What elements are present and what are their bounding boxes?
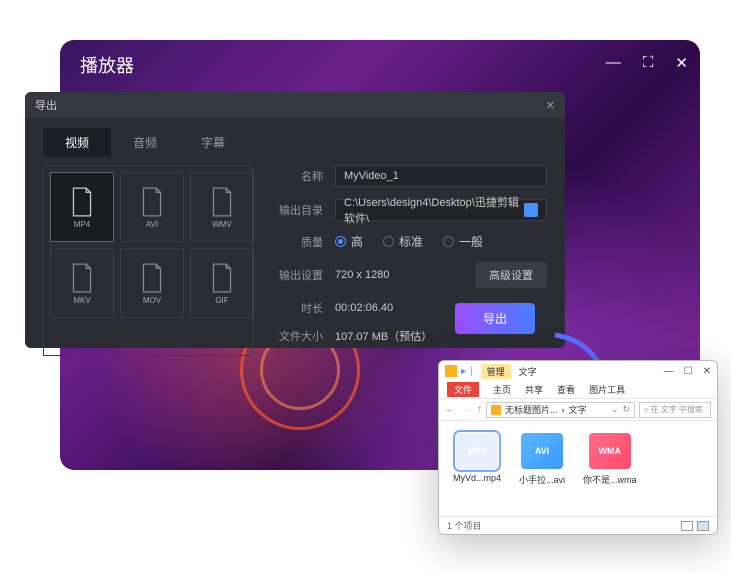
item-count: 1 个项目 [447,519,482,532]
size-value: 107.07 MB（预估） [335,328,432,344]
search-icon: ⌕ [644,405,648,415]
tab-video[interactable]: 视频 [43,128,111,157]
advanced-button[interactable]: 高级设置 [475,262,547,288]
duration-value: 00:02:06.40 [335,302,393,314]
explorer-icon [445,365,457,377]
file-item[interactable]: WMA 你不是...wma [583,433,637,486]
close-button[interactable]: ✕ [675,54,688,72]
quality-label: 质量 [273,234,323,250]
close-icon[interactable]: ✕ [546,99,555,112]
maximize-button[interactable]: ☐ [684,366,693,377]
file-list: MP4 MyVd...mp4 AVI 小手拉...avi WMA 你不是...w… [439,421,717,498]
file-explorer: ▸ | 管理 文字 — ☐ ✕ 文件 主页 共享 查看 图片工具 ← → ↑ 无… [438,360,718,535]
folder-icon [491,405,501,415]
explorer-menu: 文件 主页 共享 查看 图片工具 [439,381,717,399]
status-bar: 1 个项目 [439,516,717,534]
view-icons-icon[interactable] [697,521,709,531]
format-mp4[interactable]: MP4 [50,172,114,242]
close-button[interactable]: ✕ [703,366,711,377]
size-label: 文件大小 [273,328,323,344]
nav-fwd-icon[interactable]: → [461,404,471,415]
format-gif[interactable]: GIF [190,248,254,318]
quality-normal[interactable]: 一般 [443,233,483,250]
export-title: 导出 [35,97,57,113]
search-input[interactable]: ⌕ 在 文字 中搜索 [639,402,711,418]
ribbon-tab-manage[interactable]: 管理 [481,364,511,379]
tab-subtitle[interactable]: 字幕 [179,128,247,157]
refresh-icon[interactable]: ↻ [622,404,630,415]
tab-audio[interactable]: 音频 [111,128,179,157]
format-mov[interactable]: MOV [120,248,184,318]
nav-back-icon[interactable]: ← [445,404,455,415]
format-mkv[interactable]: MKV [50,248,114,318]
quality-standard[interactable]: 标准 [383,233,423,250]
ribbon-tab-text[interactable]: 文字 [513,364,543,379]
file-item[interactable]: MP4 MyVd...mp4 [453,433,501,486]
name-input[interactable]: MyVideo_1 [335,165,547,187]
duration-label: 时长 [273,300,323,316]
file-name: 小手拉...avi [519,473,565,486]
address-bar[interactable]: 无标题图片... › 文字 ⌄ ↻ [486,402,635,418]
export-dialog: 导出 ✕ 视频 音频 字幕 MP4 AVI WMV MKV MOV GIF 名称… [25,92,565,348]
chevron-down-icon[interactable]: ⌄ [611,404,619,415]
file-type-icon: WMA [589,433,631,469]
view-details-icon[interactable] [681,521,693,531]
file-item[interactable]: AVI 小手拉...avi [519,433,565,486]
qat-save-icon[interactable]: ▸ [461,366,466,377]
quality-high[interactable]: 高 [335,233,363,250]
export-button[interactable]: 导出 [455,303,535,334]
format-grid: MP4 AVI WMV MKV MOV GIF [43,165,253,356]
menu-tools[interactable]: 图片工具 [589,383,625,396]
menu-home[interactable]: 主页 [493,383,511,396]
format-wmv[interactable]: WMV [190,172,254,242]
file-name: 你不是...wma [583,473,637,486]
dir-input[interactable]: C:\Users\design4\Desktop\迅捷剪辑软件\ [335,199,547,221]
format-avi[interactable]: AVI [120,172,184,242]
menu-file[interactable]: 文件 [447,382,479,397]
player-title: 播放器 [80,52,134,78]
explorer-titlebar: ▸ | 管理 文字 — ☐ ✕ [439,361,717,381]
export-tabs: 视频 音频 字幕 [43,128,565,157]
file-type-icon: MP4 [456,433,498,469]
export-header: 导出 ✕ [25,92,565,118]
file-name: MyVd...mp4 [453,473,501,483]
minimize-button[interactable]: — [606,54,621,72]
maximize-button[interactable]: ⛶ [643,54,654,72]
output-value: 720 x 1280 [335,269,389,281]
name-label: 名称 [273,168,323,184]
output-label: 输出设置 [273,267,323,283]
nav-up-icon[interactable]: ↑ [477,404,482,415]
dir-label: 输出目录 [273,202,323,218]
menu-view[interactable]: 查看 [557,383,575,396]
player-titlebar: 播放器 [60,40,700,90]
file-type-icon: AVI [521,433,563,469]
folder-icon[interactable] [524,203,538,217]
minimize-button[interactable]: — [664,366,674,377]
menu-share[interactable]: 共享 [525,383,543,396]
